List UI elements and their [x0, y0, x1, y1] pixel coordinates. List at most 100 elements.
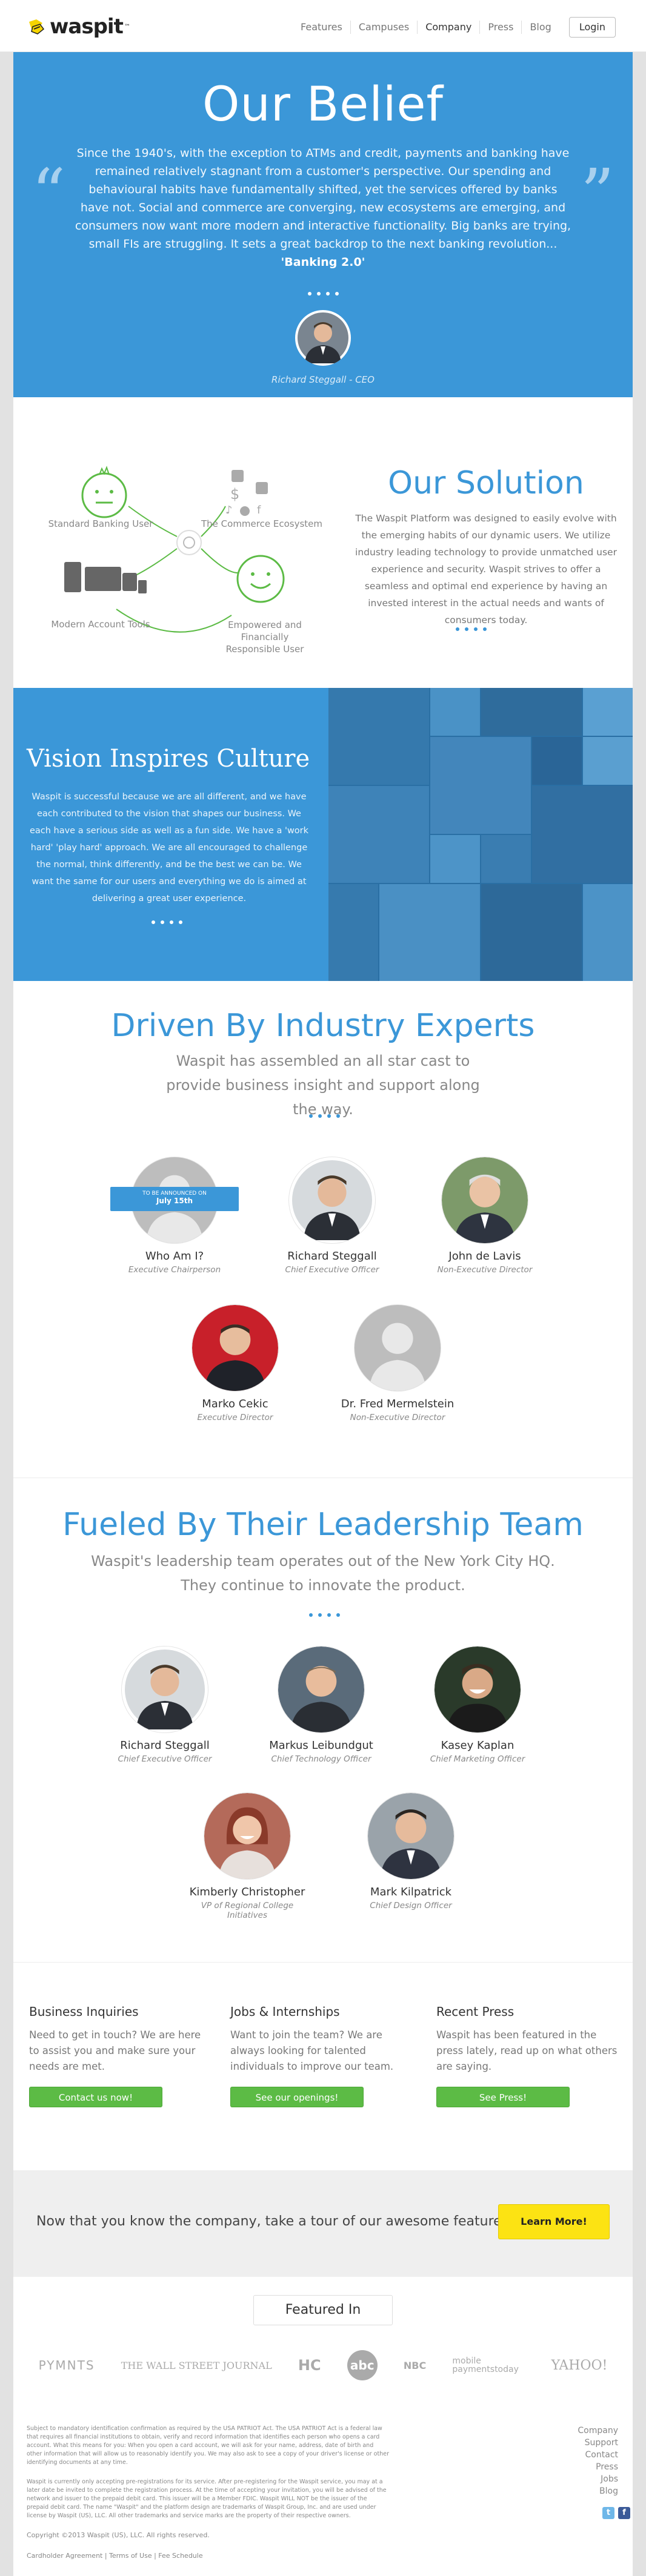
ribbon-line-2: July 15th	[156, 1197, 193, 1205]
nav-link-press[interactable]: Press	[479, 21, 521, 34]
experts-subtitle: Waspit has assembled an all star cast to…	[166, 1052, 480, 1118]
tour-text: Now that you know the company, take a to…	[36, 2214, 513, 2229]
vision-dots	[152, 920, 182, 924]
leader-card-mark-kilpatrick[interactable]: Mark Kilpatrick Chief Design Officer	[344, 1792, 478, 1911]
see-openings-button[interactable]: See our openings!	[230, 2087, 364, 2107]
label-modern-tools: Modern Account Tools	[51, 619, 150, 630]
belief-title: Our Belief	[202, 78, 444, 132]
svg-text:$: $	[230, 486, 239, 503]
business-title: Business Inquiries	[29, 2004, 139, 2019]
wasp-icon	[29, 19, 45, 35]
footer-bottom-links[interactable]: Cardholder Agreement | Terms of Use | Fe…	[27, 2552, 390, 2560]
nbc-logo[interactable]: NBC	[404, 2360, 426, 2371]
social-links: t f	[602, 2507, 630, 2519]
ceo-avatar	[295, 310, 351, 366]
section-dots	[13, 292, 633, 296]
learn-more-button[interactable]: Learn More!	[498, 2204, 610, 2239]
hc-logo[interactable]: HC	[298, 2357, 321, 2374]
footer-link-contact[interactable]: Contact	[564, 2449, 618, 2461]
leader-card-kimberly-christopher[interactable]: Kimberly Christopher VP of Regional Coll…	[181, 1792, 314, 1920]
ceo-photo	[298, 312, 348, 363]
leader-card-kasey-kaplan[interactable]: Kasey Kaplan Chief Marketing Officer	[411, 1646, 544, 1764]
nav-link-company[interactable]: Company	[417, 21, 479, 34]
belief-section: Our Belief “ ” Since the 1940's, with th…	[13, 52, 633, 397]
person-name: Richard Steggall	[120, 1739, 210, 1752]
expert-card-marko-cekic[interactable]: Marko Cekic Executive Director	[168, 1304, 302, 1422]
person-name: Markus Leibundgut	[269, 1739, 373, 1752]
footer-link-press[interactable]: Press	[564, 2461, 618, 2473]
standard-user-icon	[81, 472, 127, 518]
experts-title: Driven By Industry Experts	[111, 1008, 535, 1044]
vision-section: Vision Inspires Culture Waspit is succes…	[13, 688, 633, 981]
person-role: Chief Executive Officer	[285, 1265, 379, 1275]
person-role: Chief Executive Officer	[118, 1754, 212, 1764]
belief-quote: Since the 1940's, with the exception to …	[75, 144, 571, 271]
svg-text:f: f	[257, 504, 261, 517]
yahoo-logo[interactable]: YAHOO!	[551, 2358, 608, 2373]
contact-us-button[interactable]: Contact us now!	[29, 2087, 162, 2107]
jobs-internships: Jobs & Internships Want to join the team…	[230, 2004, 412, 2075]
person-name: Richard Steggall	[287, 1250, 377, 1263]
person-role: Executive Director	[197, 1413, 273, 1422]
copyright: Copyright ©2013 Waspit (US), LLC. All ri…	[27, 2531, 210, 2539]
person-name: Kasey Kaplan	[441, 1739, 514, 1752]
label-commerce: The Commerce Ecosystem	[201, 518, 322, 529]
expert-card-john-de-lavis[interactable]: John de Lavis Non-Executive Director	[418, 1157, 551, 1275]
leader-card-markus-leibundgut[interactable]: Markus Leibundgut Chief Technology Offic…	[255, 1646, 388, 1764]
avatar	[191, 1304, 279, 1392]
business-inquiries: Business Inquiries Need to get in touch?…	[29, 2004, 211, 2075]
top-navbar: waspit ™ Features Campuses Company Press…	[0, 0, 646, 52]
person-name: John de Lavis	[448, 1250, 521, 1263]
legal-preregistration: Waspit is currently only accepting pre-r…	[27, 2479, 387, 2519]
section-divider	[13, 1962, 633, 1963]
person-role: Non-Executive Director	[437, 1265, 533, 1275]
jobs-title: Jobs & Internships	[230, 2004, 340, 2019]
facebook-icon[interactable]: f	[618, 2507, 630, 2519]
person-role: Chief Technology Officer	[271, 1754, 371, 1764]
leadership-title: Fueled By Their Leadership Team	[62, 1507, 584, 1543]
login-button[interactable]: Login	[568, 17, 616, 38]
pymnts-logo[interactable]: PYMNTS	[39, 2358, 95, 2373]
mobile-payments-today-logo[interactable]: mobile paymentstoday	[452, 2357, 525, 2374]
close-quote-icon: ”	[580, 154, 614, 232]
see-press-button[interactable]: See Press!	[436, 2087, 570, 2107]
logo-text: waspit	[50, 15, 124, 39]
abc-logo[interactable]: abc	[347, 2350, 378, 2380]
label-empowered: Empowered and Financially Responsible Us…	[225, 619, 304, 655]
person-role: Executive Chairperson	[128, 1265, 221, 1275]
footer-links: Company Support Contact Press Jobs Blog	[564, 2425, 618, 2497]
empowered-user-icon	[236, 555, 285, 603]
label-standard-user: Standard Banking User	[48, 518, 153, 529]
press-text: Waspit has been featured in the press la…	[436, 2029, 618, 2072]
footer-link-jobs[interactable]: Jobs	[564, 2473, 618, 2485]
logo-trademark: ™	[124, 23, 130, 30]
placeholder-avatar	[354, 1304, 441, 1392]
person-name: Dr. Fred Mermelstein	[341, 1398, 455, 1410]
vision-title: Vision Inspires Culture	[27, 745, 310, 773]
avatar	[288, 1157, 376, 1244]
nav-link-campuses[interactable]: Campuses	[350, 21, 417, 34]
commerce-icons: $ f ♪	[225, 470, 268, 517]
press-logos: PYMNTS THE WALL STREET JOURNAL HC abc NB…	[13, 2346, 633, 2385]
avatar	[367, 1792, 455, 1880]
solution-title: Our Solution	[388, 465, 584, 501]
jobs-text: Want to join the team? We are always loo…	[230, 2029, 394, 2072]
wsj-logo[interactable]: THE WALL STREET JOURNAL	[121, 2360, 272, 2371]
expert-card-fred-mermelstein[interactable]: Dr. Fred Mermelstein Non-Executive Direc…	[331, 1304, 464, 1422]
nav-link-features[interactable]: Features	[293, 21, 350, 34]
tour-banner: Now that you know the company, take a to…	[13, 2170, 633, 2277]
recent-press: Recent Press Waspit has been featured in…	[436, 2004, 618, 2075]
business-text: Need to get in touch? We are here to ass…	[29, 2029, 201, 2072]
nav-link-blog[interactable]: Blog	[521, 21, 559, 34]
footer-link-company[interactable]: Company	[564, 2425, 618, 2437]
solution-section: $ f ♪ Standard Banking User The Commerce…	[13, 397, 633, 688]
expert-card-who-am-i[interactable]: TO BE ANNOUNCED ON July 15th Who Am I? E…	[108, 1157, 241, 1275]
footer-link-blog[interactable]: Blog	[564, 2485, 618, 2497]
waspit-logo[interactable]: waspit ™	[27, 15, 130, 39]
expert-card-richard-steggall[interactable]: Richard Steggall Chief Executive Officer	[265, 1157, 399, 1275]
footer-link-support[interactable]: Support	[564, 2437, 618, 2449]
open-quote-icon: “	[32, 154, 66, 232]
leader-card-richard-steggall[interactable]: Richard Steggall Chief Executive Officer	[98, 1646, 231, 1764]
twitter-icon[interactable]: t	[602, 2507, 614, 2519]
svg-text:♪: ♪	[225, 504, 233, 517]
